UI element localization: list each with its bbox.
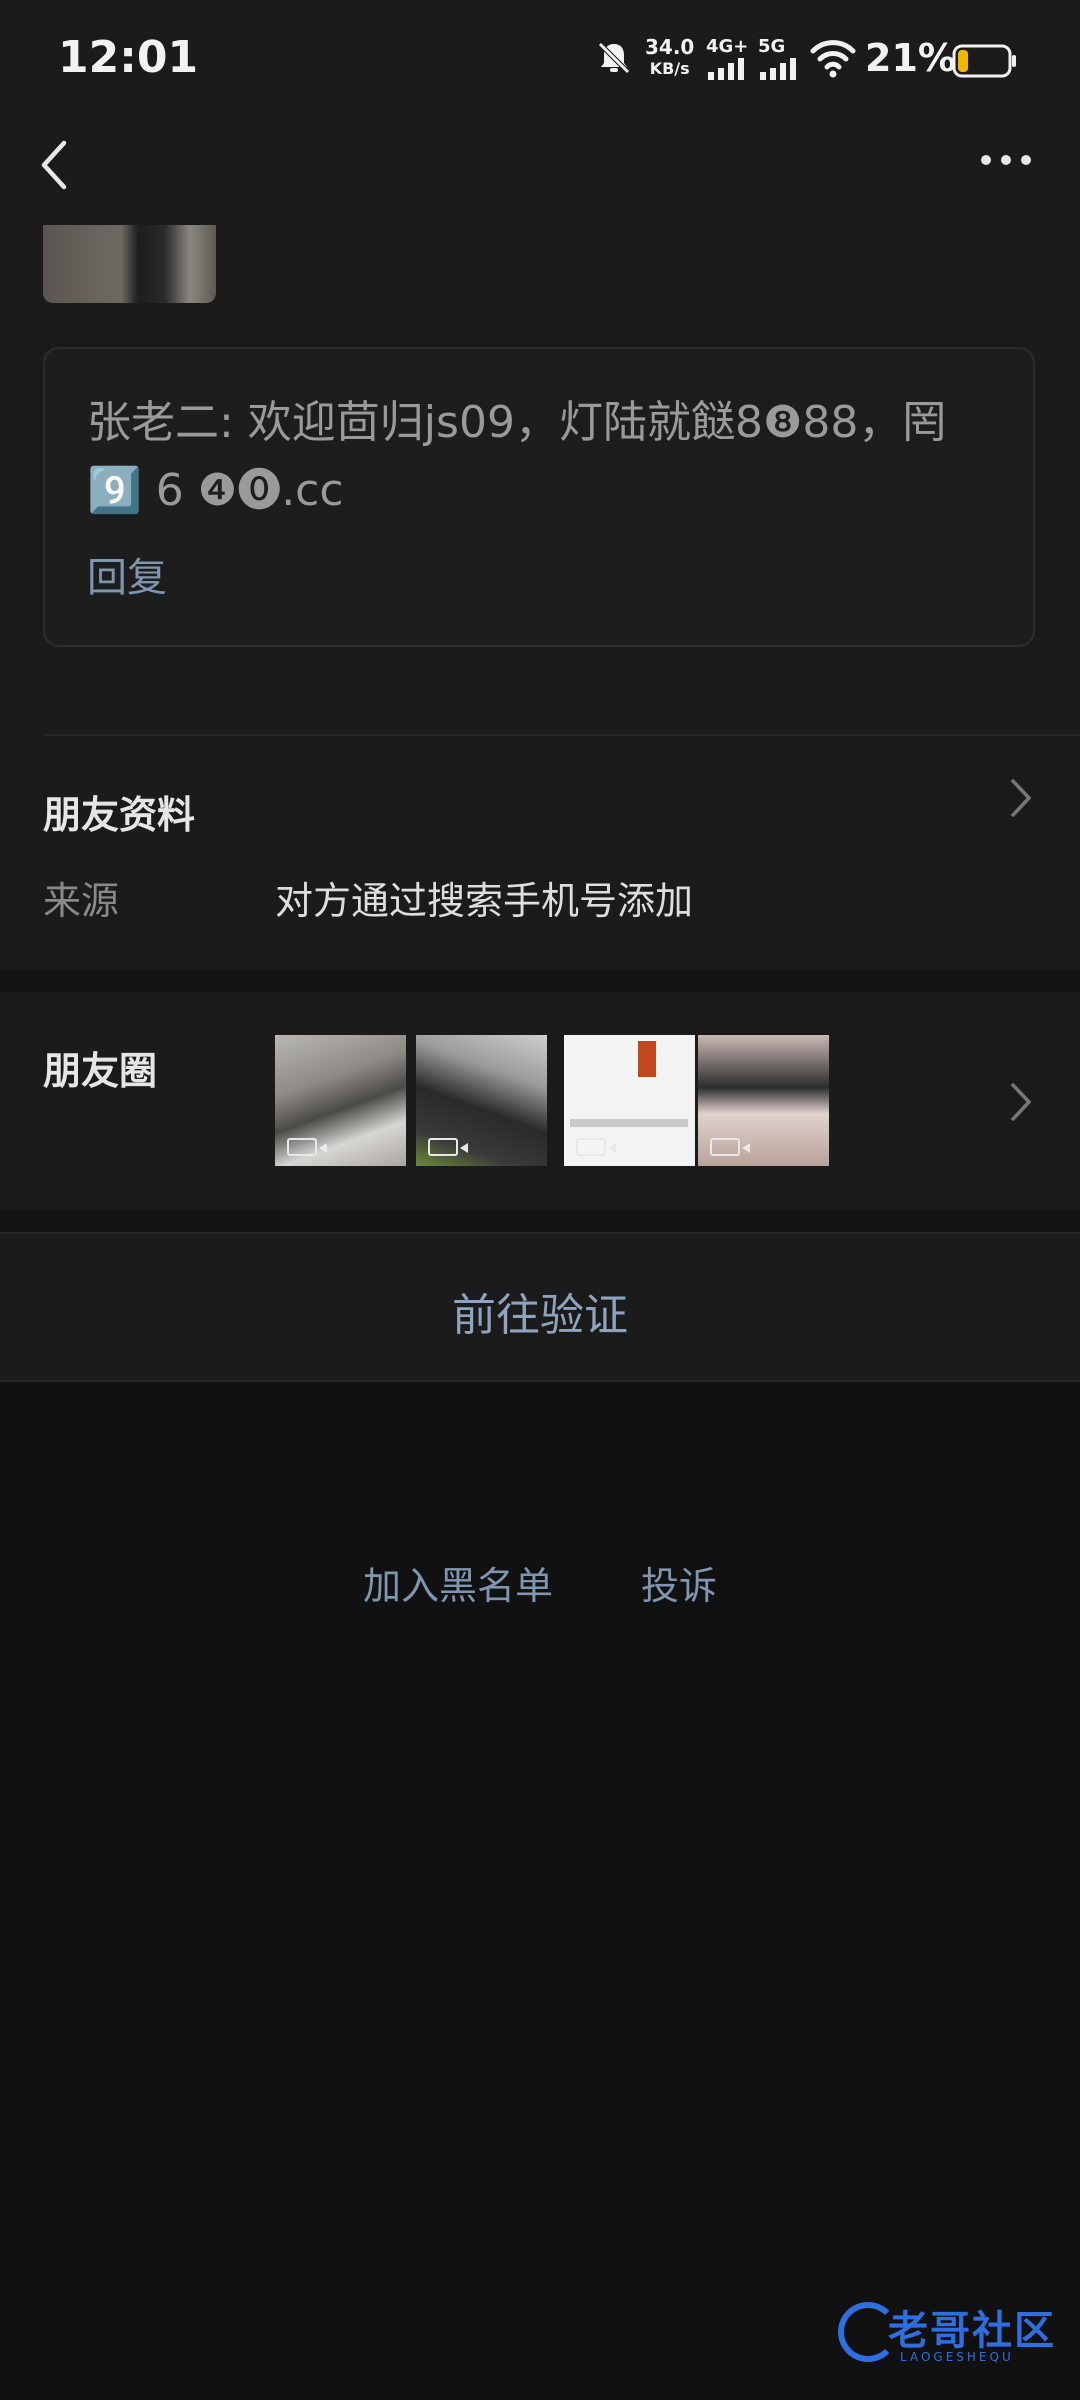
comment-text: 张老二: 欢迎茴归js09，灯陆就餸8❽88，罔 9️⃣ 6 ❹⓿.cc	[87, 397, 947, 516]
net-speed-unit: KB/s	[649, 59, 690, 78]
report-button[interactable]: 投诉	[641, 1555, 717, 1610]
source-label: 来源	[43, 879, 120, 923]
signal-bars-icon-2	[760, 58, 796, 80]
section-gap	[0, 970, 1080, 992]
reply-button[interactable]: 回复	[87, 545, 167, 603]
video-icon	[428, 1138, 468, 1156]
video-icon	[710, 1138, 750, 1156]
video-icon	[287, 1138, 327, 1156]
video-icon	[576, 1138, 616, 1156]
section-gap	[0, 1210, 1080, 1232]
moments-title: 朋友圈	[43, 1049, 158, 1093]
chevron-right-icon[interactable]	[1008, 1080, 1034, 1124]
mute-bell-icon	[598, 42, 630, 74]
battery-icon	[952, 44, 1016, 78]
moment-thumbnail-2[interactable]	[416, 1035, 547, 1166]
blacklist-button[interactable]: 加入黑名单	[363, 1555, 553, 1610]
moment-thumbnail-3[interactable]	[564, 1035, 695, 1166]
signal-bars-icon-1	[708, 58, 744, 80]
thumbnail-graphic	[570, 1119, 688, 1127]
status-time: 12:01	[58, 32, 199, 83]
network-type-2: 5G	[758, 36, 786, 57]
moment-thumbnail-1[interactable]	[275, 1035, 406, 1166]
moment-photo[interactable]	[43, 225, 216, 303]
moment-thumbnail-4[interactable]	[698, 1035, 829, 1166]
friend-info-title: 朋友资料	[43, 793, 196, 837]
chevron-right-icon[interactable]	[1008, 776, 1034, 820]
network-type-1: 4G+	[706, 36, 749, 57]
watermark-text: 老哥社区	[888, 2308, 1056, 2354]
wifi-icon	[810, 40, 856, 78]
more-horizontal-icon[interactable]	[978, 150, 1034, 170]
verify-button[interactable]: 前往验证	[0, 1279, 1080, 1343]
status-bar: 12:01 34.0 KB/s 4G+ 5G 21%	[0, 0, 1080, 120]
net-speed: 34.0 KB/s	[645, 36, 694, 80]
divider	[43, 734, 1080, 736]
comment-card: 张老二: 欢迎茴归js09，灯陆就餸8❽88，罔 9️⃣ 6 ❹⓿.cc 回复	[43, 347, 1035, 647]
verify-row: 前往验证	[0, 1232, 1080, 1382]
net-speed-value: 34.0	[645, 35, 695, 59]
chevron-left-icon[interactable]	[36, 135, 76, 195]
nav-bar	[0, 120, 1080, 220]
thumbnail-graphic	[638, 1041, 656, 1077]
source-value: 对方通过搜索手机号添加	[275, 879, 694, 923]
watermark-subtext: LAOGESHEQU	[900, 2350, 1014, 2364]
battery-percent: 21%	[865, 36, 956, 80]
